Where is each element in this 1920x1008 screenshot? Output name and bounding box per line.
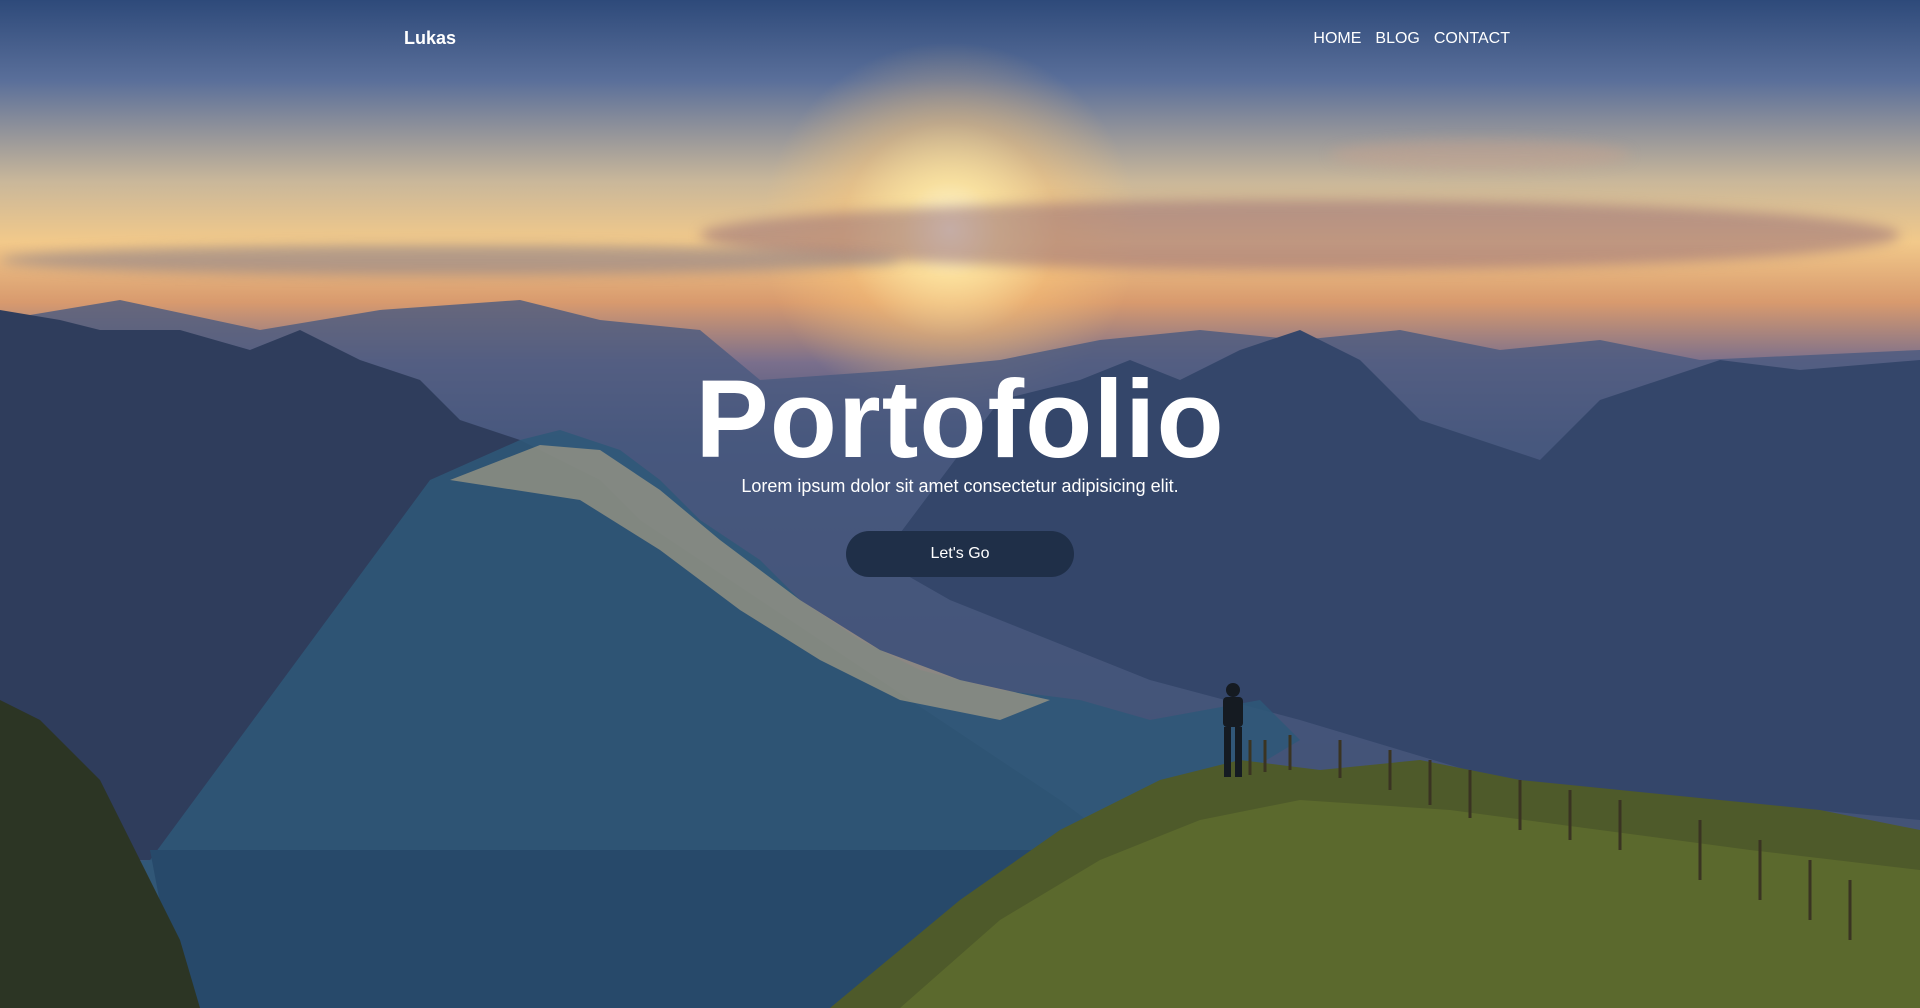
hero-section: Lukas HOME BLOG CONTACT Portofolio Lorem… [0,0,1920,1008]
top-nav: HOME BLOG CONTACT [1313,30,1510,48]
hero-subtitle: Lorem ipsum dolor sit amet consectetur a… [741,476,1179,496]
nav-home-link[interactable]: HOME [1313,30,1361,48]
landscape-background [0,300,1920,1008]
nav-contact-link[interactable]: CONTACT [1434,30,1510,48]
nav-blog-link[interactable]: BLOG [1375,30,1419,48]
brand-logo[interactable]: Lukas [404,28,456,49]
hero-text: Portofolio Lorem ipsum dolor sit amet co… [0,360,1920,497]
lets-go-button[interactable]: Let's Go [846,531,1074,577]
hero-title: Portofolio [695,358,1225,481]
